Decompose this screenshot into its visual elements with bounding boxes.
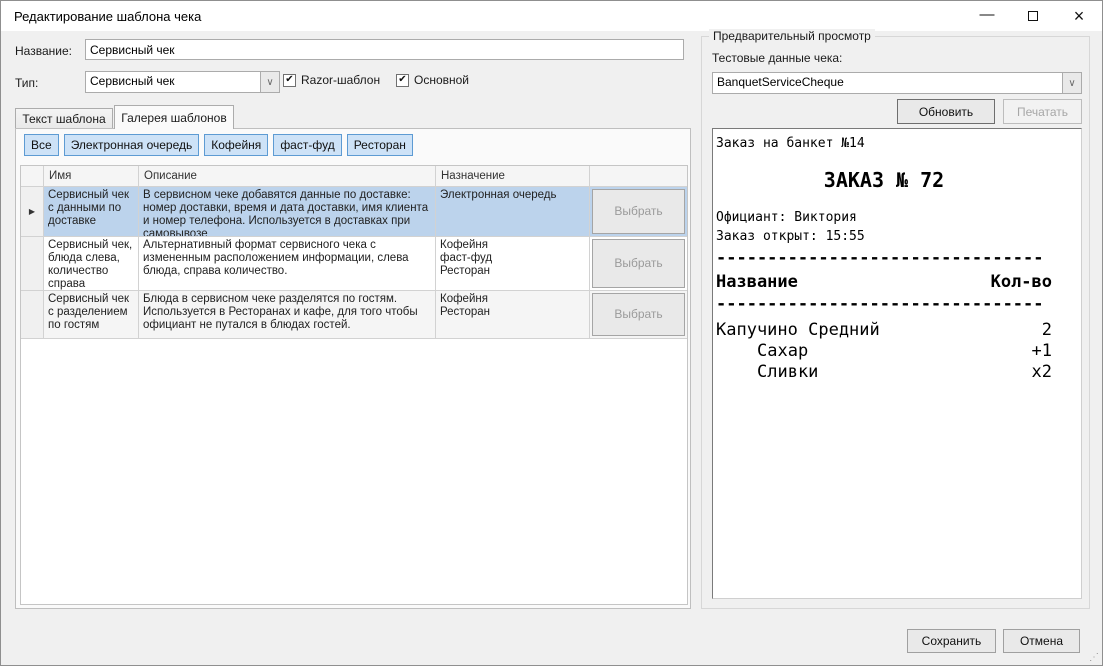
minimize-button[interactable]: — [964,1,1010,31]
filter-equeue-button[interactable]: Электронная очередь [64,134,200,156]
row-selector-cell: ▶ [21,187,44,236]
test-data-value: BanquetServiceCheque [713,73,1062,93]
row-description-cell: В сервисном чеке добавятся данные по дос… [139,187,436,236]
preview-group-label: Предварительный просмотр [709,29,875,43]
receipt-item-qty: 2 [1042,320,1052,341]
preview-groupbox: Предварительный просмотр Тестовые данные… [701,36,1090,609]
razor-template-checkbox-label: Razor-шаблон [301,73,380,87]
table-row[interactable]: ▶ Сервисный чек с данными по доставке В … [21,187,687,237]
receipt-banquet-line: Заказ на банкет №14 [716,134,1081,153]
gallery-tab-page: Все Электронная очередь Кофейня фаст-фуд… [15,128,691,609]
select-template-button[interactable]: Выбрать [592,293,685,336]
row-name-cell: Сервисный чек, блюда слева, количество с… [44,237,139,290]
receipt-waiter-line: Официант: Виктория [716,208,1081,227]
row-name-cell: Сервисный чек с разделением по гостям [44,291,139,338]
row-purpose-cell: Кофейня фаст-фуд Ресторан [436,237,590,290]
type-label: Тип: [15,76,38,90]
row-selector-cell [21,291,44,338]
row-description-cell: Блюда в сервисном чеке разделятся по гос… [139,291,436,338]
table-row[interactable]: Сервисный чек с разделением по гостям Бл… [21,291,687,339]
table-header-gutter [21,166,44,186]
table-header-row: Имя Описание Назначение [21,166,687,187]
window-title: Редактирование шаблона чека [14,9,201,24]
tab-template-gallery[interactable]: Галерея шаблонов [114,105,234,129]
receipt-order-title: ЗАКАЗ № 72 [716,168,1052,192]
edit-cheque-template-dialog: Редактирование шаблона чека — × Название… [0,0,1103,666]
refresh-button[interactable]: Обновить [897,99,995,124]
receipt-columns-header: Название Кол-во [716,272,1052,292]
main-checkbox[interactable]: ✔ Основной [396,73,469,87]
test-data-combobox[interactable]: BanquetServiceCheque ∨ [712,72,1082,94]
row-purpose-cell: Электронная очередь [436,187,590,236]
chevron-down-icon[interactable]: ∨ [1062,73,1081,93]
cancel-button[interactable]: Отмена [1003,629,1080,653]
minimize-icon: — [980,6,995,23]
table-header-purpose: Назначение [436,166,590,186]
checkbox-check-icon: ✔ [283,74,296,87]
filter-restaurant-button[interactable]: Ресторан [347,134,413,156]
receipt-divider: -------------------------------- [716,294,1052,314]
template-type-combobox[interactable]: Сервисный чек ∨ [85,71,280,93]
receipt-items: Капучино Средний 2 Сахар +1 Сливки x2 [716,320,1081,383]
print-button[interactable]: Печатать [1003,99,1082,124]
receipt-col-qty: Кол-во [991,272,1052,292]
window-controls: — × [964,1,1102,31]
receipt-item-row: Сливки x2 [716,362,1052,383]
row-action-cell: Выбрать [590,237,687,290]
receipt-item-row: Сахар +1 [716,341,1052,362]
resize-grip[interactable]: ⋰ [1089,652,1099,663]
row-description-cell: Альтернативный формат сервисного чека с … [139,237,436,290]
table-header-description: Описание [139,166,436,186]
receipt-item-qty: +1 [1032,341,1052,362]
select-template-button[interactable]: Выбрать [592,189,685,234]
row-name-cell: Сервисный чек с данными по доставке [44,187,139,236]
row-selector-cell [21,237,44,290]
row-action-cell: Выбрать [590,291,687,338]
checkbox-check-icon: ✔ [396,74,409,87]
receipt-preview: Заказ на банкет №14 ЗАКАЗ № 72 Официант:… [712,128,1082,599]
main-checkbox-label: Основной [414,73,469,87]
template-name-input[interactable] [85,39,684,60]
table-row[interactable]: Сервисный чек, блюда слева, количество с… [21,237,687,291]
table-header-name: Имя [44,166,139,186]
receipt-item-name: Капучино Средний [716,320,880,341]
close-button[interactable]: × [1056,1,1102,31]
receipt-item-row: Капучино Средний 2 [716,320,1052,341]
row-action-cell: Выбрать [590,187,687,236]
templates-table: Имя Описание Назначение ▶ Сервисный чек … [20,165,688,605]
filter-coffee-button[interactable]: Кофейня [204,134,268,156]
row-selector-arrow-icon: ▶ [29,205,35,218]
receipt-item-name: Сахар [716,341,808,362]
template-type-value: Сервисный чек [86,72,260,92]
filter-fastfood-button[interactable]: фаст-фуд [273,134,341,156]
chevron-down-icon[interactable]: ∨ [260,72,279,92]
test-data-label: Тестовые данные чека: [712,51,842,65]
save-button[interactable]: Сохранить [907,629,996,653]
select-template-button[interactable]: Выбрать [592,239,685,288]
receipt-divider: -------------------------------- [716,248,1052,268]
titlebar: Редактирование шаблона чека — × [1,1,1102,31]
filter-all-button[interactable]: Все [24,134,59,156]
razor-template-checkbox[interactable]: ✔ Razor-шаблон [283,73,380,87]
receipt-opened-line: Заказ открыт: 15:55 [716,227,1081,246]
table-header-action [590,166,687,186]
tab-template-text[interactable]: Текст шаблона [15,108,113,128]
row-purpose-cell: Кофейня Ресторан [436,291,590,338]
maximize-button[interactable] [1010,1,1056,31]
receipt-col-name: Название [716,272,798,292]
name-label: Название: [15,44,72,58]
filter-buttons: Все Электронная очередь Кофейня фаст-фуд… [24,134,413,156]
maximize-icon [1028,11,1038,21]
receipt-item-name: Сливки [716,362,818,383]
receipt-item-qty: x2 [1032,362,1052,383]
close-icon: × [1074,6,1085,27]
